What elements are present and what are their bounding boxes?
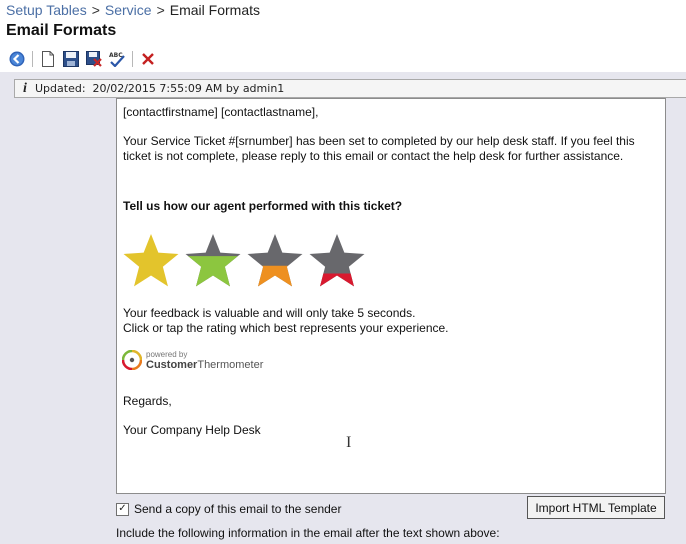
update-info-bar: i Updated: 20/02/2015 7:55:09 AM by admi… [14, 79, 686, 98]
send-copy-label: Send a copy of this email to the sender [134, 502, 342, 516]
breadcrumb: Setup Tables > Service > Email Formats [6, 2, 260, 18]
updated-text: Updated: 20/02/2015 7:55:09 AM by admin1 [35, 82, 285, 95]
star-rating-good[interactable] [184, 233, 242, 288]
toolbar-divider [132, 51, 133, 67]
feedback-text-2: Click or tap the rating which best repre… [123, 321, 449, 335]
customer-thermometer-logo: powered by CustomerThermometer [122, 350, 264, 371]
signature-text: Your Company Help Desk [123, 423, 261, 437]
breadcrumb-service[interactable]: Service [105, 2, 152, 18]
rating-question: Tell us how our agent performed with thi… [123, 199, 403, 213]
info-icon: i [23, 80, 27, 96]
toolbar: ABC [8, 48, 157, 70]
breadcrumb-separator: > [91, 2, 100, 18]
include-info-label: Include the following information in the… [116, 526, 500, 540]
email-body-editor[interactable]: [contactfirstname] [contactlastname], Yo… [116, 98, 666, 494]
star-rating-average[interactable] [246, 233, 304, 288]
back-icon[interactable] [8, 50, 26, 68]
rating-stars [122, 233, 366, 288]
send-copy-checkbox[interactable]: ✓ [116, 502, 129, 516]
text-cursor-icon: I [346, 434, 352, 451]
send-copy-row: ✓ Send a copy of this email to the sende… [116, 502, 341, 516]
logo-name-thermometer: Thermometer [197, 359, 264, 371]
email-greeting: [contactfirstname] [contactlastname], [123, 105, 319, 119]
page-title: Email Formats [6, 22, 117, 39]
thermometer-logo-icon [122, 350, 142, 370]
toolbar-divider [32, 51, 33, 67]
logo-name-customer: Customer [146, 359, 198, 371]
save-icon[interactable] [62, 50, 80, 68]
breadcrumb-setup-tables[interactable]: Setup Tables [6, 2, 87, 18]
feedback-text-1: Your feedback is valuable and will only … [123, 306, 416, 320]
new-document-icon[interactable] [39, 50, 57, 68]
import-html-template-button[interactable]: Import HTML Template [527, 496, 665, 519]
spell-check-icon[interactable]: ABC [108, 50, 126, 68]
delete-icon[interactable] [139, 50, 157, 68]
breadcrumb-current: Email Formats [169, 2, 260, 18]
breadcrumb-separator: > [156, 2, 165, 18]
email-body-text: Your Service Ticket #[srnumber] has been… [123, 134, 635, 163]
regards-text: Regards, [123, 394, 172, 408]
star-rating-excellent[interactable] [122, 233, 180, 288]
save-close-icon[interactable] [85, 50, 103, 68]
star-rating-poor[interactable] [308, 233, 366, 288]
